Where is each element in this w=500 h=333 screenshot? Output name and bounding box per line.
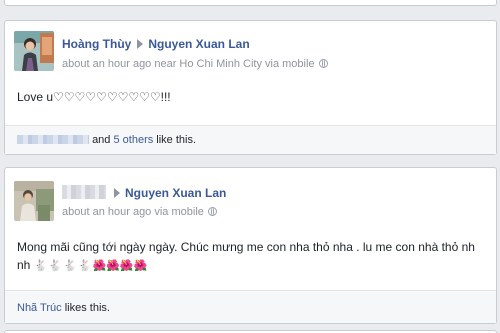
author-name[interactable]: Hoàng Thùy	[62, 37, 131, 51]
post-text: Love u♡♡♡♡♡♡♡♡♡♡!!!	[17, 90, 171, 104]
avatar-photo	[14, 31, 54, 71]
post-meta: about an hour ago near Ho Chi Minh City …	[62, 58, 328, 70]
likes-suffix: like this.	[156, 134, 197, 146]
arrow-right-icon	[137, 39, 144, 49]
rabbit-emoji-icons: 🐇🐇🐇🐇	[33, 260, 93, 272]
likes-bar: Nhã Trúc likes this.	[5, 290, 496, 323]
post-meta: about an hour ago via mobile	[62, 206, 217, 218]
globe-icon[interactable]	[318, 59, 328, 68]
target-name[interactable]: Nguyen Xuan Lan	[125, 186, 226, 200]
blurred-liker-names	[17, 135, 89, 144]
globe-icon[interactable]	[207, 207, 217, 216]
blurred-author-name	[62, 185, 106, 199]
feed-post: Hoàng Thùy Nguyen Xuan Lan about an hour …	[4, 20, 497, 155]
feed-post: Nguyen Xuan Lan about an hour ago via mo…	[4, 167, 497, 324]
post-text: Mong mãi cũng tới ngày ngày. Chúc mưng m…	[17, 238, 484, 275]
likes-bar: and 5 others like this.	[5, 125, 496, 154]
likes-others-link[interactable]: 5 others	[113, 134, 153, 146]
likes-suffix: likes this.	[64, 302, 110, 314]
author-avatar[interactable]	[14, 31, 54, 71]
target-name[interactable]: Nguyen Xuan Lan	[148, 37, 249, 51]
likes-prefix: and	[92, 134, 111, 146]
previous-post-stub	[4, 0, 497, 6]
flower-emoji-icons: 🌺🌺🌺🌺	[92, 260, 148, 272]
news-feed: Hoàng Thùy Nguyen Xuan Lan about an hour …	[0, 0, 500, 333]
arrow-right-icon	[114, 188, 120, 198]
author-avatar[interactable]	[14, 181, 54, 221]
post-timestamp[interactable]: about an hour ago near Ho Chi Minh City …	[62, 58, 315, 70]
avatar-photo	[14, 181, 54, 221]
post-header: Nguyen Xuan Lan	[62, 185, 226, 200]
post-timestamp[interactable]: about an hour ago via mobile	[62, 206, 204, 218]
post-header: Hoàng Thùy Nguyen Xuan Lan	[62, 37, 250, 51]
liker-name-link[interactable]: Nhã Trúc	[17, 302, 62, 314]
